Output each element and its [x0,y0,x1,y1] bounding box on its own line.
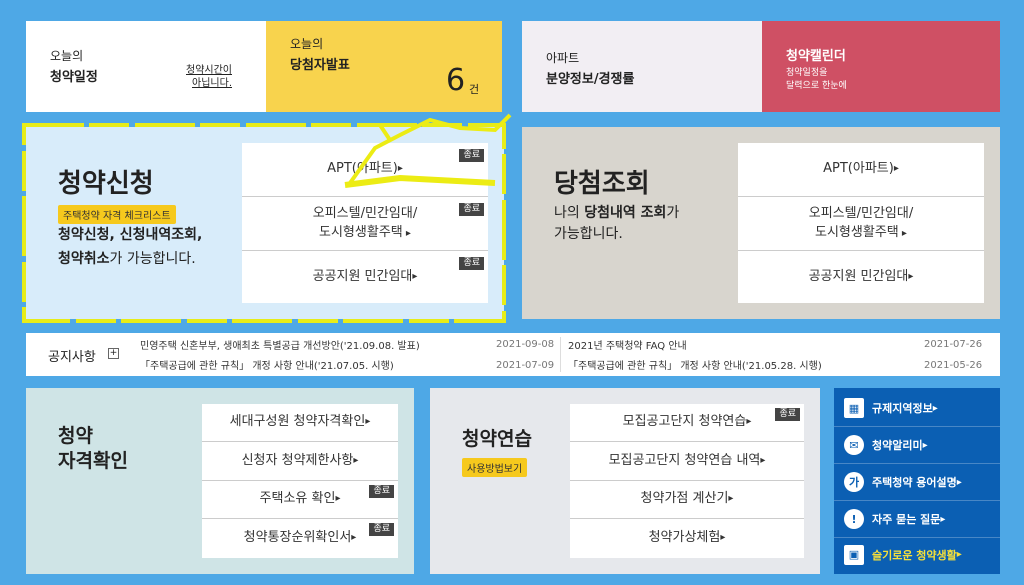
qualify-menu: 세대구성원 청약자격확인 신청자 청약제한사항 주택소유 확인종료 청약통장순위… [202,404,398,558]
ownership-label: 주택소유 확인 [259,491,336,507]
score-calculator-link[interactable]: 청약가점 계산기 [570,481,804,519]
household-qualify-label: 세대구성원 청약자격확인 [229,414,366,430]
notice-date: 2021-07-09 [496,360,555,371]
winner-apt-link[interactable]: APT(아파트) [738,143,984,197]
smart-life-link[interactable]: ▣ 슬기로운 청약생활 [834,536,1000,573]
notice-item[interactable]: 민영주택 신혼부부, 생애최초 특별공급 개선방안('21.09.08. 발표) [140,337,420,352]
notice-more-button[interactable]: + [108,348,119,359]
winner-officetel-label1: 오피스텔/민간임대/ [808,205,914,221]
household-qualify-link[interactable]: 세대구성원 청약자격확인 [202,404,398,442]
qualify-title: 청약 자격확인 [58,424,128,473]
practice-apply-label: 모집공고단지 청약연습 [622,414,747,430]
winner-desc-a: 나의 [554,205,585,221]
virtual-experience-link[interactable]: 청약가상체험 [570,519,804,558]
mail-icon: ✉ [844,435,864,455]
winner-apt-label: APT(아파트) [823,161,894,177]
practice-history-label: 모집공고단지 청약연습 내역 [608,452,761,468]
qualify-card: 청약자격확인 세대구성원 청약자격확인 신청자 청약제한사항 주택소유 확인종료… [26,388,414,574]
restriction-label: 신청자 청약제한사항 [241,452,354,468]
winner-desc-line1: 나의 당첨내역 조회가 [554,202,679,222]
virtual-experience-label: 청약가상체험 [648,530,721,546]
closed-badge: 종료 [369,485,394,498]
exclamation-icon: ! [844,509,864,529]
notice-date: 2021-09-08 [496,339,555,350]
winner-title: 당첨조회 [554,169,650,199]
winner-officetel-label2: 도시형생활주택 [809,224,913,243]
notice-item[interactable]: 「주택공급에 관한 규칙」 개정 사항 안내('21.07.05. 시행) [140,357,394,372]
glossary-link[interactable]: 가 주택청약 용어설명 [834,464,1000,501]
winner-card: 당첨조회 나의 당첨내역 조회가 가능합니다. APT(아파트) 오피스텔/민간… [522,127,1000,319]
practice-apply-link[interactable]: 모집공고단지 청약연습 종료 [570,404,804,442]
side-menu: ▦ 규제지역정보 ✉ 청약알리미 가 주택청약 용어설명 ! 자주 묻는 질문 ▣ 슬기로… [834,388,1000,574]
notice-divider [560,337,561,372]
notice-item[interactable]: 2021년 주택청약 FAQ 안내 [568,337,687,352]
account-rank-label: 청약통장순위확인서 [243,530,352,546]
score-calculator-label: 청약가점 계산기 [640,491,729,507]
winner-menu: APT(아파트) 오피스텔/민간임대/도시형생활주택 공공지원 민간임대 [738,143,984,303]
notice-date: 2021-07-26 [924,339,983,350]
practice-menu: 모집공고단지 청약연습 종료 모집공고단지 청약연습 내역 청약가점 계산기 청약… [570,404,804,558]
winner-desc-line2: 가능합니다. [554,226,623,242]
winner-desc-bold: 당첨내역 조회 [584,205,667,221]
practice-title: 청약연습 [462,428,532,450]
practice-card: 청약연습 사용방법보기 모집공고단지 청약연습 종료 모집공고단지 청약연습 내역… [430,388,820,574]
glossary-label: 주택청약 용어설명 [872,476,957,489]
qualify-title-line2: 자격확인 [58,449,128,472]
winner-desc-c: 가 [666,205,680,221]
faq-link[interactable]: ! 자주 묻는 질문 [834,501,1000,538]
account-rank-link[interactable]: 청약통장순위확인서 종료 [202,519,398,558]
how-to-use-tag[interactable]: 사용방법보기 [462,458,528,477]
notice-item[interactable]: 「주택공급에 관한 규칙」 개정 사항 안내('21.05.28. 시행) [568,357,822,372]
regulated-area-label: 규제지역정보 [872,402,933,415]
smart-life-label: 슬기로운 청약생활 [872,548,957,562]
notice-title: 공지사항 [48,350,96,365]
alert-label: 청약알리미 [872,439,923,452]
closed-badge: 종료 [369,523,394,536]
alert-link[interactable]: ✉ 청약알리미 [834,427,1000,464]
qualify-title-line1: 청약 [58,425,93,447]
winner-officetel-link[interactable]: 오피스텔/민간임대/도시형생활주택 [738,197,984,251]
closed-badge: 종료 [775,408,800,421]
winner-public-rental-label: 공공지원 민간임대 [808,268,909,284]
calendar-icon: ▣ [844,544,864,565]
restriction-link[interactable]: 신청자 청약제한사항 [202,442,398,481]
regulated-area-link[interactable]: ▦ 규제지역정보 [834,390,1000,427]
glossary-icon: 가 [844,472,864,492]
notice-bar: 공지사항 + 민영주택 신혼부부, 생애최초 특별공급 개선방안('21.09.… [26,333,1000,376]
building-icon: ▦ [844,398,864,418]
winner-public-rental-link[interactable]: 공공지원 민간임대 [738,251,984,303]
ownership-link[interactable]: 주택소유 확인 종료 [202,481,398,519]
practice-history-link[interactable]: 모집공고단지 청약연습 내역 [570,442,804,481]
faq-label: 자주 묻는 질문 [872,513,941,526]
notice-date: 2021-05-26 [924,360,983,371]
